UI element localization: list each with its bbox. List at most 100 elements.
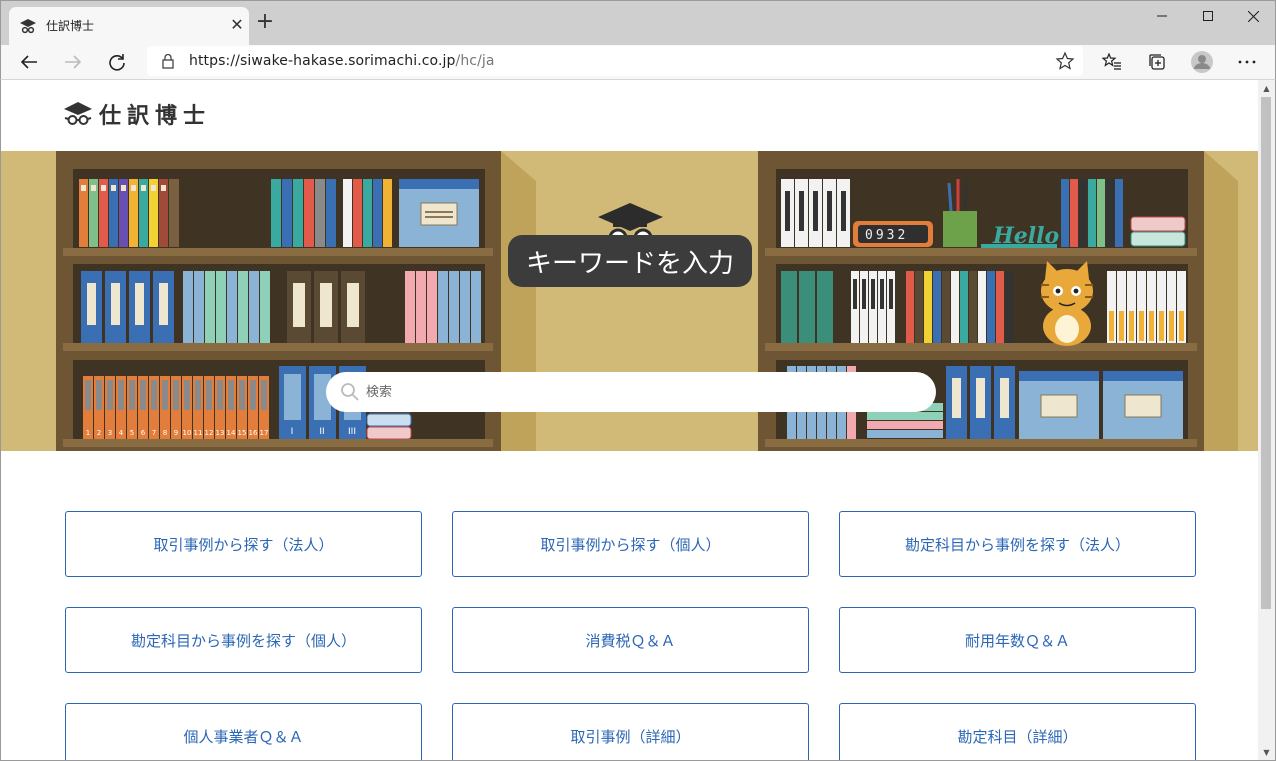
search-icon — [341, 383, 359, 401]
book-label-plate — [1159, 311, 1164, 341]
book-label: 13 — [216, 429, 225, 437]
book-label-plate — [91, 185, 96, 191]
book-spine — [353, 179, 362, 247]
book-spine — [1005, 271, 1013, 343]
category-button-transactions-detail[interactable]: 取引事例（詳細） — [452, 703, 809, 760]
site-logo[interactable]: 仕訳博士 — [63, 98, 211, 130]
book-label-plate — [1129, 311, 1134, 341]
favorite-star-icon[interactable] — [1055, 51, 1075, 71]
book-spine — [987, 271, 995, 343]
back-arrow-icon — [20, 55, 37, 69]
book-label: 9 — [174, 429, 178, 437]
new-tab-button[interactable]: + — [253, 10, 277, 34]
book-label-plate — [140, 380, 146, 410]
category-button-transactions-corporate[interactable]: 取引事例から探す（法人） — [65, 511, 422, 577]
book-label-plate — [101, 185, 106, 191]
book-label: 15 — [238, 429, 247, 437]
vertical-scrollbar[interactable]: ▲ ▼ — [1258, 80, 1275, 760]
book-spine — [996, 271, 1004, 343]
maximize-button[interactable] — [1185, 1, 1231, 31]
book-label-plate — [151, 185, 156, 191]
book-label-plate — [121, 185, 126, 191]
category-button-sole-proprietor-qa[interactable]: 個人事業者Ｑ＆Ａ — [65, 703, 422, 760]
book-label: 6 — [141, 429, 146, 437]
book-label-plate — [293, 283, 305, 327]
address-bar[interactable]: https://siwake-hakase.sorimachi.co.jp/hc… — [147, 46, 1083, 76]
book-spine — [1115, 179, 1123, 247]
book-label-plate — [841, 191, 846, 231]
book-spine — [1079, 179, 1087, 247]
collections-icon — [1149, 54, 1165, 70]
keyword-badge: キーワードを入力 — [508, 235, 752, 287]
collections-button[interactable] — [1141, 47, 1173, 77]
url-text: https://siwake-hakase.sorimachi.co.jp/hc… — [189, 53, 495, 69]
forward-button[interactable] — [57, 47, 89, 77]
book-label: 10 — [183, 429, 192, 437]
clock-digits: 0932 — [865, 228, 908, 243]
book-label-plate — [87, 283, 96, 325]
close-icon — [1247, 10, 1259, 22]
scroll-up-arrow-icon[interactable]: ▲ — [1258, 80, 1275, 97]
minimize-button[interactable] — [1139, 1, 1185, 31]
book-spine — [924, 271, 932, 343]
book-spine — [978, 271, 986, 343]
book-label-plate — [118, 380, 124, 410]
settings-menu-button[interactable] — [1231, 47, 1263, 77]
book-spine — [460, 271, 470, 343]
book-spine — [960, 271, 968, 343]
url-host: https://siwake-hakase.sorimachi.co.jp — [189, 53, 456, 69]
category-button-accounts-corporate[interactable]: 勘定科目から事例を探す（法人） — [839, 511, 1196, 577]
book-label-plate — [111, 283, 120, 325]
book-spine — [169, 179, 179, 247]
book-label-plate — [129, 380, 135, 410]
search-input[interactable] — [366, 372, 916, 412]
category-button-consumption-tax-qa[interactable]: 消費税Ｑ＆Ａ — [452, 607, 809, 673]
book-spine — [1097, 179, 1105, 247]
book-label-plate — [1139, 311, 1144, 341]
book-spine — [343, 179, 352, 247]
book-label-plate — [853, 279, 857, 309]
book-spine — [933, 271, 941, 343]
book-label: 8 — [163, 429, 167, 437]
profile-button[interactable] — [1186, 47, 1218, 77]
book-label-plate — [1149, 311, 1154, 341]
book-spine — [915, 271, 923, 343]
favorites-button[interactable] — [1096, 47, 1128, 77]
category-button-transactions-individual[interactable]: 取引事例から探す（個人） — [452, 511, 809, 577]
book-label: 14 — [227, 429, 236, 437]
book-label-plate — [81, 185, 86, 191]
book-spine — [293, 179, 303, 247]
browser-tab[interactable]: 仕訳博士 ✕ — [9, 7, 249, 46]
book-label: 5 — [130, 429, 134, 437]
book-spine — [216, 271, 226, 343]
book-label: I — [291, 427, 294, 437]
search-box[interactable] — [326, 372, 936, 412]
maximize-icon — [1203, 11, 1213, 21]
book-spine — [373, 179, 382, 247]
category-button-accounts-detail[interactable]: 勘定科目（詳細） — [839, 703, 1196, 760]
book-label: 4 — [119, 429, 124, 437]
minimize-icon — [1157, 15, 1167, 17]
site-logo-text: 仕訳博士 — [99, 104, 212, 129]
book-label-plate — [799, 191, 804, 231]
book-spine — [1061, 179, 1069, 247]
browser-tab-bar: 仕訳博士 ✕ + — [0, 0, 1276, 46]
tab-title: 仕訳博士 — [46, 19, 95, 33]
scroll-thumb[interactable] — [1261, 97, 1271, 609]
refresh-button[interactable] — [101, 47, 133, 77]
close-tab-icon[interactable]: ✕ — [227, 15, 247, 35]
book-label-plate — [862, 279, 866, 309]
category-button-accounts-individual[interactable]: 勘定科目から事例を探す（個人） — [65, 607, 422, 673]
category-button-useful-life-qa[interactable]: 耐用年数Ｑ＆Ａ — [839, 607, 1196, 673]
book-label: 7 — [152, 429, 156, 437]
back-button[interactable] — [13, 47, 45, 77]
book-label-plate — [320, 283, 332, 327]
book-label: 2 — [97, 429, 101, 437]
book-label-plate — [813, 191, 818, 231]
book-label: III — [348, 427, 356, 437]
graduation-cap-glasses-icon — [64, 102, 92, 125]
close-window-button[interactable] — [1230, 1, 1276, 31]
book-spine — [781, 271, 797, 343]
scroll-down-arrow-icon[interactable]: ▼ — [1258, 744, 1275, 760]
book-label: II — [319, 427, 324, 437]
